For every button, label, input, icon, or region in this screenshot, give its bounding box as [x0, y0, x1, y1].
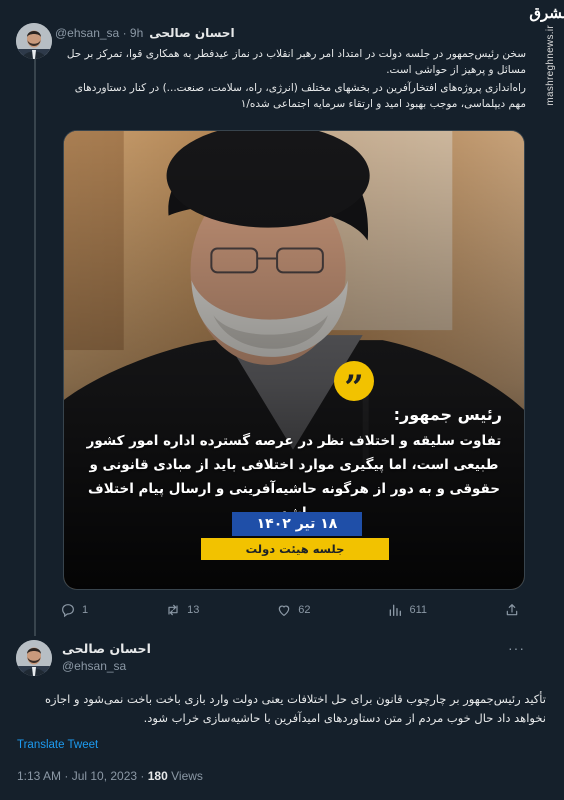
tweet-metadata: 1:13 AM · Jul 10, 2023 · 180 Views: [17, 769, 203, 783]
reply-count: 1: [82, 604, 89, 616]
views-button[interactable]: 611: [387, 602, 427, 618]
tweet-time[interactable]: · 9h: [123, 26, 144, 40]
author-name[interactable]: احسان صالحی: [149, 26, 234, 40]
avatar[interactable]: [16, 640, 52, 676]
avatar-image: [16, 640, 52, 676]
reply-button[interactable]: 1: [60, 602, 88, 618]
analytics-icon: [390, 604, 402, 616]
tweet-text: تأکید رئیس‌جمهور بر چارچوب قانون برای حل…: [44, 692, 546, 725]
date-badge: ۱۸ تیر ۱۴۰۲: [232, 512, 362, 536]
heart-icon: [279, 605, 290, 617]
share-icon: [506, 604, 518, 616]
avatar[interactable]: [16, 23, 52, 59]
thread-connector-line: [34, 58, 36, 636]
author-handle[interactable]: @ehsan_sa: [55, 26, 119, 40]
like-button[interactable]: 62: [276, 602, 311, 618]
tweet-action-bar: 1 13 62 611: [60, 598, 520, 622]
author-handle[interactable]: @ehsan_sa: [62, 659, 126, 673]
translate-tweet-link[interactable]: Translate Tweet: [17, 739, 98, 751]
quote-icon: ”: [334, 361, 374, 405]
twitter-thread-screenshot: مشرق mashreghnews.ir احسان صالحی @ehsan_…: [0, 0, 564, 800]
share-button[interactable]: [504, 602, 520, 618]
watermark: مشرق mashreghnews.ir: [529, 6, 564, 126]
views-number: 180: [147, 769, 168, 783]
tweet-timestamp[interactable]: 1:13 AM · Jul 10, 2023 ·: [17, 769, 148, 783]
views-count: 611: [409, 604, 428, 616]
watermark-logo: مشرق: [529, 4, 564, 22]
session-badge: جلسه هیئت دولت: [201, 538, 389, 560]
avatar-image: [16, 23, 52, 59]
author-handle-and-time: @ehsan_sa · 9h: [55, 26, 143, 40]
retweet-count: 13: [187, 604, 200, 616]
tweet-paragraph-2: راه‌اندازی پروژه‌های افتخارآفرین در بخشه…: [74, 82, 526, 110]
quote-text: تفاوت سلیقه و اختلاف نظر در عرصه گسترده …: [86, 433, 502, 521]
tweet-media-image[interactable]: ” رئیس جمهور: تفاوت سلیقه و اختلاف نظر د…: [63, 130, 525, 590]
author-name[interactable]: احسان صالحی: [62, 641, 151, 656]
quote-title: رئیس جمهور:: [393, 405, 502, 424]
more-options-button[interactable]: ···: [508, 640, 525, 656]
tweet-text: سخن رئیس‌جمهور در جلسه دولت در امتداد ام…: [60, 46, 526, 114]
views-label: Views: [167, 769, 203, 783]
tweet-paragraph-1: سخن رئیس‌جمهور در جلسه دولت در امتداد ام…: [66, 48, 526, 76]
watermark-url: mashreghnews.ir: [544, 25, 556, 106]
retweet-icon: [168, 604, 178, 616]
like-count: 62: [298, 604, 311, 616]
tweet-header: احسان صالحی @ehsan_sa · 9h: [55, 24, 515, 42]
reply-icon: [62, 604, 74, 618]
retweet-button[interactable]: 13: [165, 602, 199, 618]
